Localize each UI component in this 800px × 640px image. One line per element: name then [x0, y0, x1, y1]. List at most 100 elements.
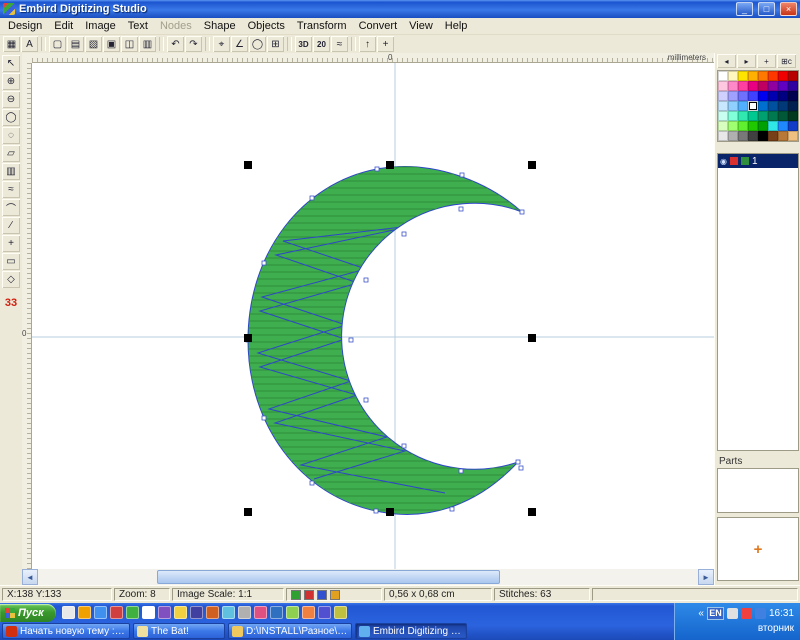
- palette-color-29[interactable]: [758, 101, 768, 111]
- selection-handle[interactable]: [528, 161, 536, 169]
- palette-color-19[interactable]: [738, 91, 748, 101]
- quicklaunch-icon-10[interactable]: [206, 606, 219, 619]
- palette-color-38[interactable]: [768, 111, 778, 121]
- zoom-in-button[interactable]: ⊕: [2, 73, 20, 90]
- stitch-node[interactable]: [364, 398, 368, 402]
- tray-icon-2[interactable]: [741, 608, 752, 619]
- palette-color-2[interactable]: [728, 71, 738, 81]
- palette-color-16[interactable]: [788, 81, 798, 91]
- thread-row[interactable]: ◉1: [718, 154, 798, 168]
- stitch-node[interactable]: [459, 469, 463, 473]
- palette-color-39[interactable]: [778, 111, 788, 121]
- open-design-button[interactable]: ▤: [67, 36, 84, 52]
- palette-color-48[interactable]: [788, 121, 798, 131]
- quicklaunch-icon-14[interactable]: [270, 606, 283, 619]
- selection-handle[interactable]: [244, 161, 252, 169]
- stitch-tool-button[interactable]: ≈: [2, 181, 20, 198]
- rect-tool-button[interactable]: ▭: [2, 253, 20, 270]
- selection-handle[interactable]: [528, 334, 536, 342]
- quicklaunch-icon-1[interactable]: [62, 606, 75, 619]
- palette-color-42[interactable]: [728, 121, 738, 131]
- quicklaunch-icon-3[interactable]: [94, 606, 107, 619]
- language-indicator[interactable]: EN: [707, 607, 724, 620]
- parts-list[interactable]: [717, 468, 799, 513]
- palette-color-51[interactable]: [738, 131, 748, 141]
- quicklaunch-icon-9[interactable]: [190, 606, 203, 619]
- add-color-button[interactable]: +: [757, 54, 776, 68]
- palette-color-15[interactable]: [778, 81, 788, 91]
- palette-color-20[interactable]: [748, 91, 758, 101]
- palette-color-27[interactable]: [738, 101, 748, 111]
- palette-color-8[interactable]: [788, 71, 798, 81]
- palette-color-26[interactable]: [728, 101, 738, 111]
- design-canvas[interactable]: [32, 63, 714, 569]
- quicklaunch-icon-13[interactable]: [254, 606, 267, 619]
- palette-color-6[interactable]: [768, 71, 778, 81]
- palette-color-55[interactable]: [778, 131, 788, 141]
- title-bar[interactable]: Embird Digitizing Studio _ □ ×: [0, 0, 800, 18]
- status-icon-3[interactable]: [317, 590, 327, 600]
- stitch-node[interactable]: [262, 261, 266, 265]
- palette-color-4[interactable]: [748, 71, 758, 81]
- menu-edit[interactable]: Edit: [48, 19, 79, 33]
- tray-icon-3[interactable]: [755, 608, 766, 619]
- stitch-node[interactable]: [520, 210, 524, 214]
- scroll-track[interactable]: [38, 569, 698, 585]
- taskbar-task-2[interactable]: The Bat!: [133, 623, 225, 639]
- palette-color-33[interactable]: [718, 111, 728, 121]
- palette-color-46[interactable]: [768, 121, 778, 131]
- minimize-button[interactable]: _: [736, 2, 753, 16]
- palette-color-37[interactable]: [758, 111, 768, 121]
- stitch-node[interactable]: [310, 481, 314, 485]
- quicklaunch-icon-4[interactable]: [110, 606, 123, 619]
- palette-color-23[interactable]: [778, 91, 788, 101]
- palette-color-52[interactable]: [748, 131, 758, 141]
- horizontal-scrollbar[interactable]: ◄ ►: [22, 569, 714, 585]
- taskbar-task-1[interactable]: Начать новую тему :: В...: [2, 623, 130, 639]
- stitch-node[interactable]: [459, 207, 463, 211]
- lettering-button[interactable]: A: [21, 36, 38, 52]
- palette-color-1[interactable]: [718, 71, 728, 81]
- stitch-node[interactable]: [349, 338, 353, 342]
- palette-color-34[interactable]: [728, 111, 738, 121]
- stitch-node[interactable]: [310, 196, 314, 200]
- center-design-button[interactable]: +: [377, 36, 394, 52]
- selection-handle[interactable]: [244, 334, 252, 342]
- palette-color-12[interactable]: [748, 81, 758, 91]
- status-icon-2[interactable]: [304, 590, 314, 600]
- stitch-node[interactable]: [262, 416, 266, 420]
- palette-color-31[interactable]: [778, 101, 788, 111]
- quicklaunch-icon-8[interactable]: [174, 606, 187, 619]
- palette-color-56[interactable]: [788, 131, 798, 141]
- angle-button[interactable]: ∠: [231, 36, 248, 52]
- palette-color-11[interactable]: [738, 81, 748, 91]
- visibility-icon[interactable]: ◉: [720, 157, 727, 166]
- palette-color-22[interactable]: [768, 91, 778, 101]
- quicklaunch-icon-17[interactable]: [318, 606, 331, 619]
- palette-color-36[interactable]: [748, 111, 758, 121]
- palette-color-32[interactable]: [788, 101, 798, 111]
- freehand-select-button[interactable]: ◌: [2, 127, 20, 144]
- palette-color-24[interactable]: [788, 91, 798, 101]
- arc-tool-button[interactable]: ⌒: [2, 199, 20, 216]
- menu-help[interactable]: Help: [439, 19, 474, 33]
- menu-text[interactable]: Text: [122, 19, 154, 33]
- density-20-button[interactable]: 20: [313, 36, 330, 52]
- palette-color-10[interactable]: [728, 81, 738, 91]
- menu-image[interactable]: Image: [79, 19, 122, 33]
- menu-design[interactable]: Design: [2, 19, 48, 33]
- prev-color-button[interactable]: ◂: [717, 54, 736, 68]
- taskbar-task-3[interactable]: D:\INSTALL\Разное\Embird: [228, 623, 352, 639]
- palette-color-53[interactable]: [758, 131, 768, 141]
- quicklaunch-icon-2[interactable]: [78, 606, 91, 619]
- shapes-button[interactable]: ◯: [249, 36, 266, 52]
- status-icon-1[interactable]: [291, 590, 301, 600]
- palette-color-47[interactable]: [778, 121, 788, 131]
- stitch-node[interactable]: [402, 232, 406, 236]
- simulate-button[interactable]: ≈: [331, 36, 348, 52]
- quicklaunch-icon-15[interactable]: [286, 606, 299, 619]
- menu-shape[interactable]: Shape: [198, 19, 242, 33]
- quicklaunch-icon-18[interactable]: [334, 606, 347, 619]
- selection-handle[interactable]: [386, 161, 394, 169]
- ellipse-tool-button[interactable]: ◯: [2, 109, 20, 126]
